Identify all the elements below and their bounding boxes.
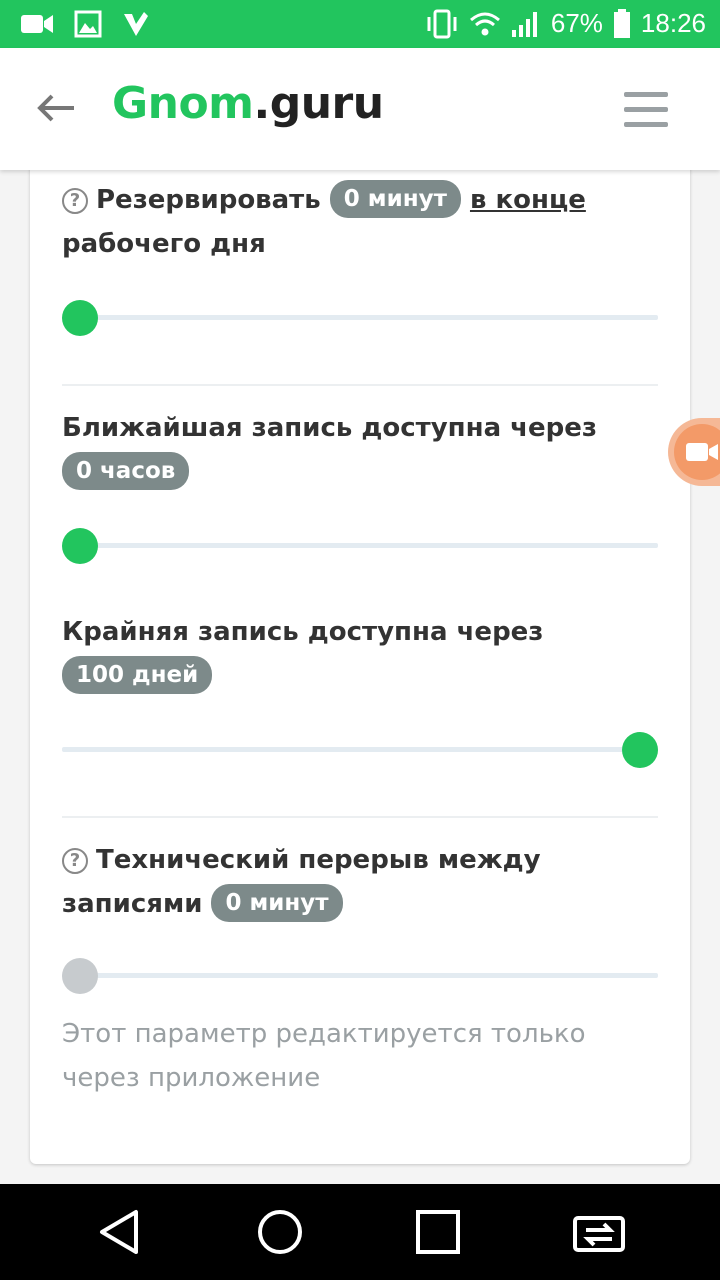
slider-track (62, 747, 658, 752)
checkmark-app-icon (124, 12, 148, 36)
reserve-position-link[interactable]: в конце (470, 185, 586, 215)
reserve-slider[interactable] (62, 298, 658, 338)
slider-thumb (62, 958, 98, 994)
image-icon (74, 10, 102, 38)
video-camera-icon (21, 15, 53, 33)
logo[interactable]: Gnom.guru (112, 78, 384, 129)
recents-square-icon (416, 1210, 460, 1254)
settings-card: ? Резервировать 0 минут в конце рабочего … (30, 150, 690, 1164)
slider-track (62, 315, 658, 320)
furthest-label: Крайняя запись доступна через 100 дней (62, 610, 662, 698)
slider-track (62, 543, 658, 548)
break-label: ? Технический перерыв между записями 0 ми… (62, 838, 662, 926)
break-badge: 0 минут (211, 884, 343, 922)
logo-gnom: Gnom (112, 78, 254, 129)
nav-recents-button[interactable] (414, 1208, 462, 1256)
menu-button[interactable] (624, 92, 668, 128)
break-label-suffix: записями (62, 889, 203, 919)
vibrate-icon (427, 9, 457, 38)
slider-thumb[interactable] (622, 732, 658, 768)
battery-icon (613, 8, 630, 38)
help-icon[interactable]: ? (62, 848, 88, 874)
app-header: Gnom.guru (0, 48, 720, 170)
help-icon[interactable]: ? (62, 188, 88, 214)
logo-guru: .guru (253, 78, 385, 129)
furthest-badge: 100 дней (62, 656, 213, 694)
nav-home-button[interactable] (256, 1208, 304, 1256)
slider-track (62, 973, 658, 978)
nav-back-button[interactable] (96, 1208, 144, 1256)
video-call-button-inner (674, 424, 720, 480)
battery-percent: 67% (550, 8, 603, 38)
status-bar: 67% 18:26 (0, 0, 720, 48)
wifi-icon (469, 12, 500, 35)
video-call-button[interactable] (668, 418, 720, 486)
back-triangle-icon (100, 1210, 138, 1254)
nearest-label-text: Ближайшая запись доступна через (62, 413, 598, 443)
break-label-text: Технический перерыв между (96, 845, 541, 875)
break-slider (62, 956, 658, 996)
reserve-label-text: Резервировать (96, 185, 321, 215)
furthest-label-text: Крайняя запись доступна через (62, 617, 544, 647)
divider (62, 384, 658, 386)
status-bar-system: 67% 18:26 (425, 8, 706, 39)
arrow-left-icon (37, 94, 74, 122)
reserve-label: ? Резервировать 0 минут в конце рабочего … (62, 178, 662, 266)
nearest-slider[interactable] (62, 526, 658, 566)
home-circle-icon (258, 1210, 302, 1254)
slider-thumb[interactable] (62, 528, 98, 564)
system-nav-bar (0, 1184, 720, 1280)
break-note: Этот параметр редактируется только через… (62, 1019, 586, 1093)
signal-icon (511, 11, 537, 37)
divider (62, 816, 658, 818)
switch-app-icon (573, 1216, 625, 1252)
back-button[interactable] (34, 88, 78, 128)
reserve-label-suffix: рабочего дня (62, 229, 266, 259)
furthest-slider[interactable] (62, 730, 658, 770)
status-bar-notifications (20, 10, 150, 38)
clock: 18:26 (640, 8, 706, 38)
nav-switch-button[interactable] (572, 1208, 625, 1256)
nearest-label: Ближайшая запись доступна через 0 часов (62, 406, 662, 494)
slider-thumb[interactable] (62, 300, 98, 336)
nearest-badge: 0 часов (62, 452, 190, 490)
reserve-badge: 0 минут (329, 180, 461, 218)
video-camera-icon (686, 443, 718, 461)
